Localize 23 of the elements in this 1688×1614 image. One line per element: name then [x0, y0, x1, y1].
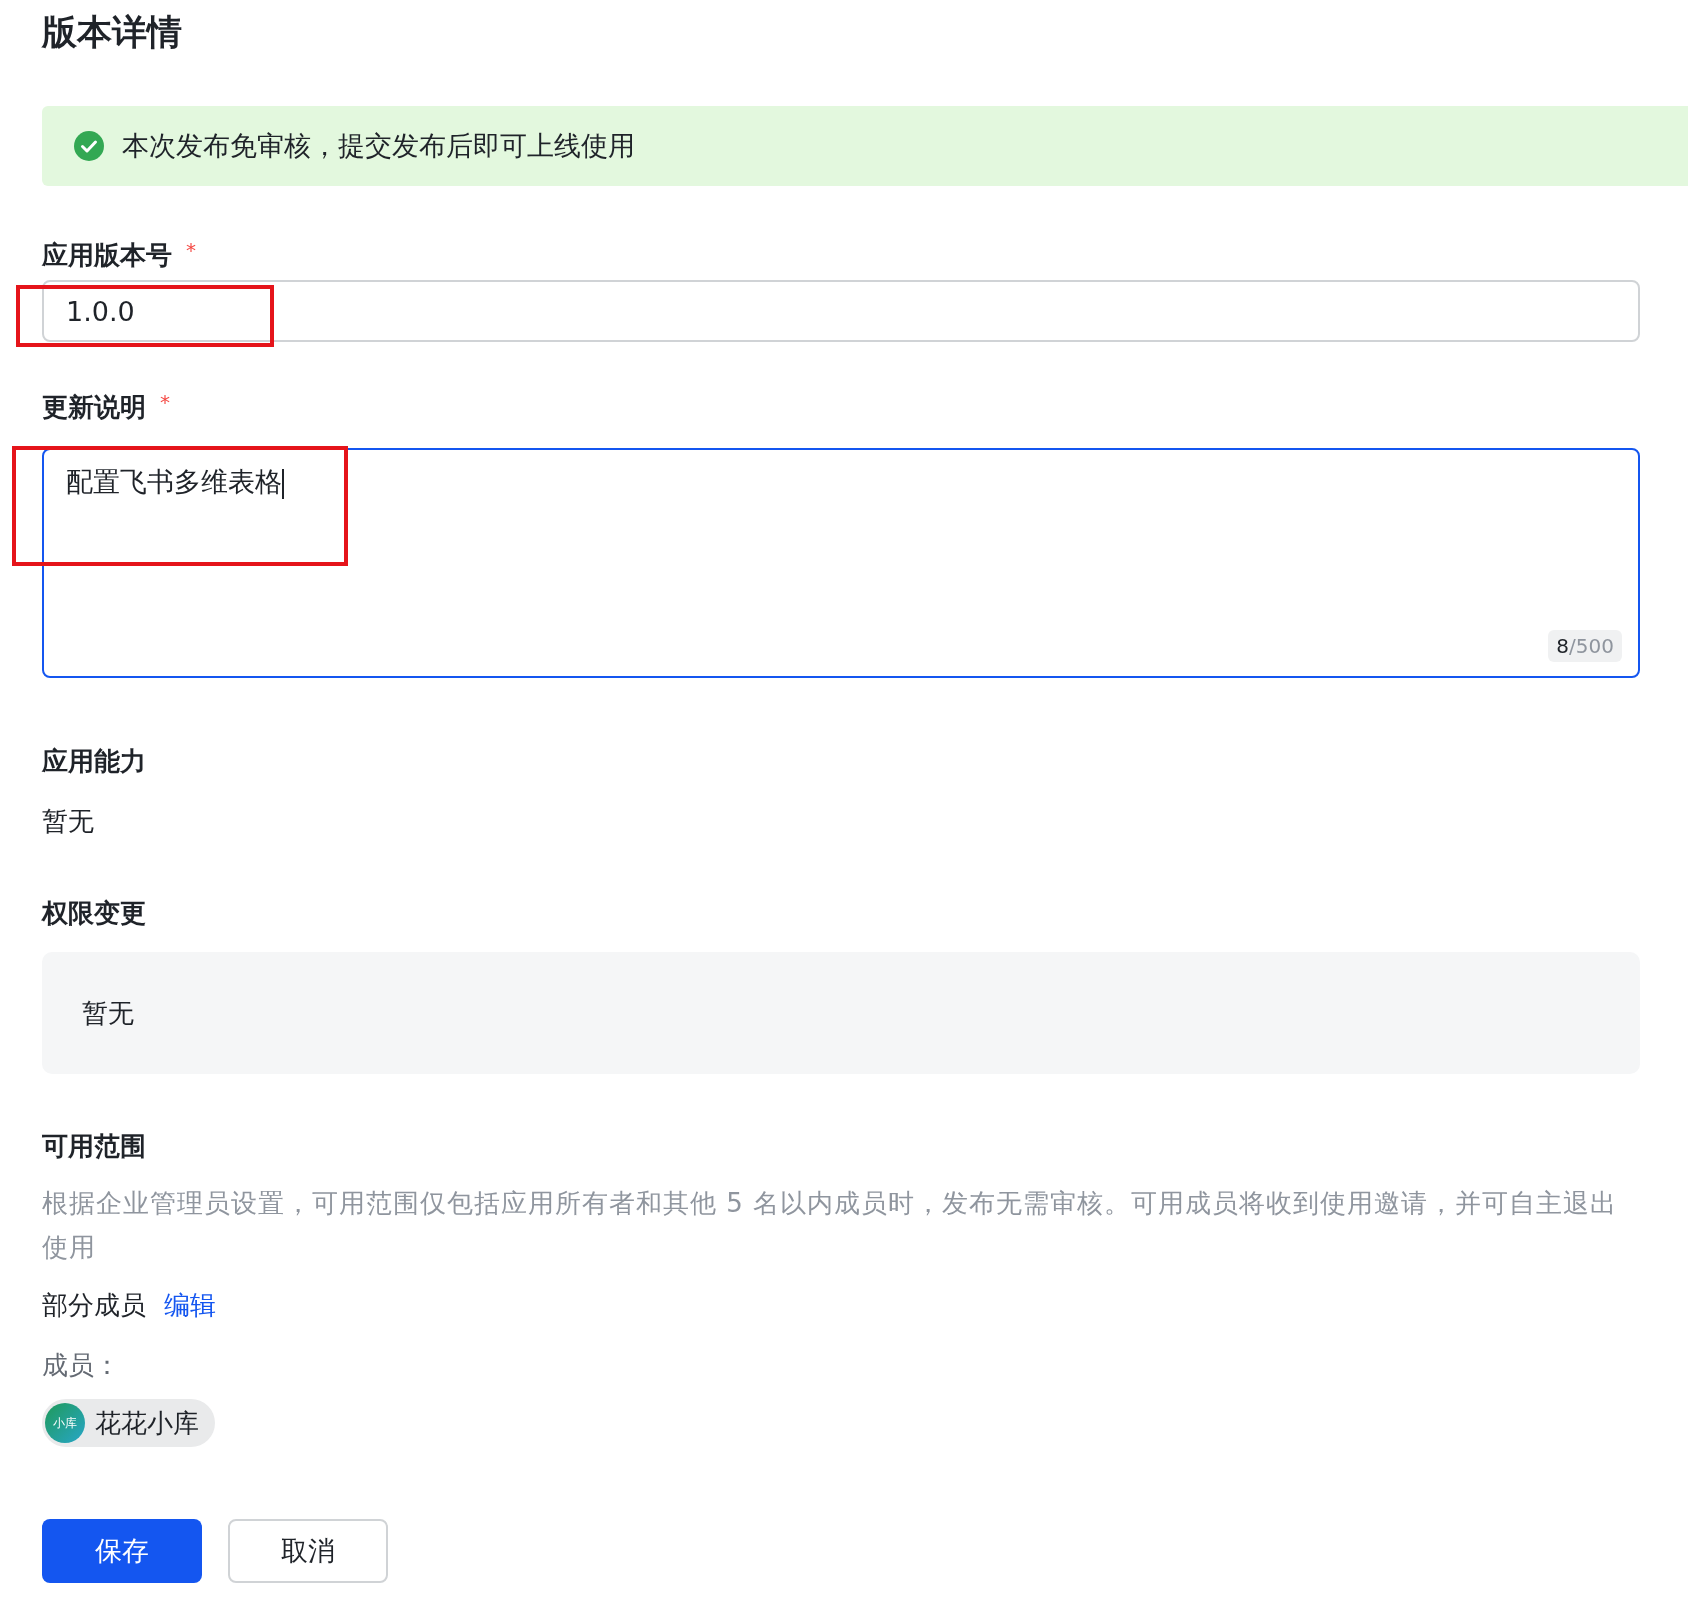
character-counter: 8/500 — [1548, 630, 1622, 662]
cancel-button[interactable]: 取消 — [228, 1519, 388, 1583]
notes-textarea[interactable]: 配置飞书多维表格 8/500 — [42, 448, 1640, 678]
member-name: 花花小库 — [95, 1406, 199, 1440]
edit-link[interactable]: 编辑 — [164, 1285, 216, 1325]
check-circle-icon — [74, 131, 104, 161]
save-button[interactable]: 保存 — [42, 1519, 202, 1583]
page-title: 版本详情 — [42, 11, 183, 54]
required-asterisk: * — [160, 390, 170, 414]
section-title: 可用范围 — [42, 1130, 147, 1163]
section-title: 权限变更 — [42, 897, 147, 930]
field-label: 应用版本号 — [42, 239, 172, 272]
field-label: 更新说明 — [42, 391, 146, 424]
version-input[interactable]: 1.0.0 — [42, 280, 1640, 342]
required-asterisk: * — [186, 238, 196, 262]
scope-description: 根据企业管理员设置，可用范围仅包括应用所有者和其他 5 名以内成员时，发布无需审核。可用成员将收到使用邀请，并可自主退出使用 — [42, 1187, 1619, 1264]
permission-value: 暂无 — [82, 996, 134, 1030]
banner-text: 本次发布免审核，提交发布后即可上线使用 — [122, 129, 635, 163]
members-label: 成员： — [42, 1349, 121, 1382]
capability-value: 暂无 — [42, 805, 95, 838]
member-avatar: 小库 — [45, 1403, 85, 1443]
section-title: 应用能力 — [42, 745, 147, 778]
scope-mode: 部分成员 — [42, 1289, 146, 1322]
